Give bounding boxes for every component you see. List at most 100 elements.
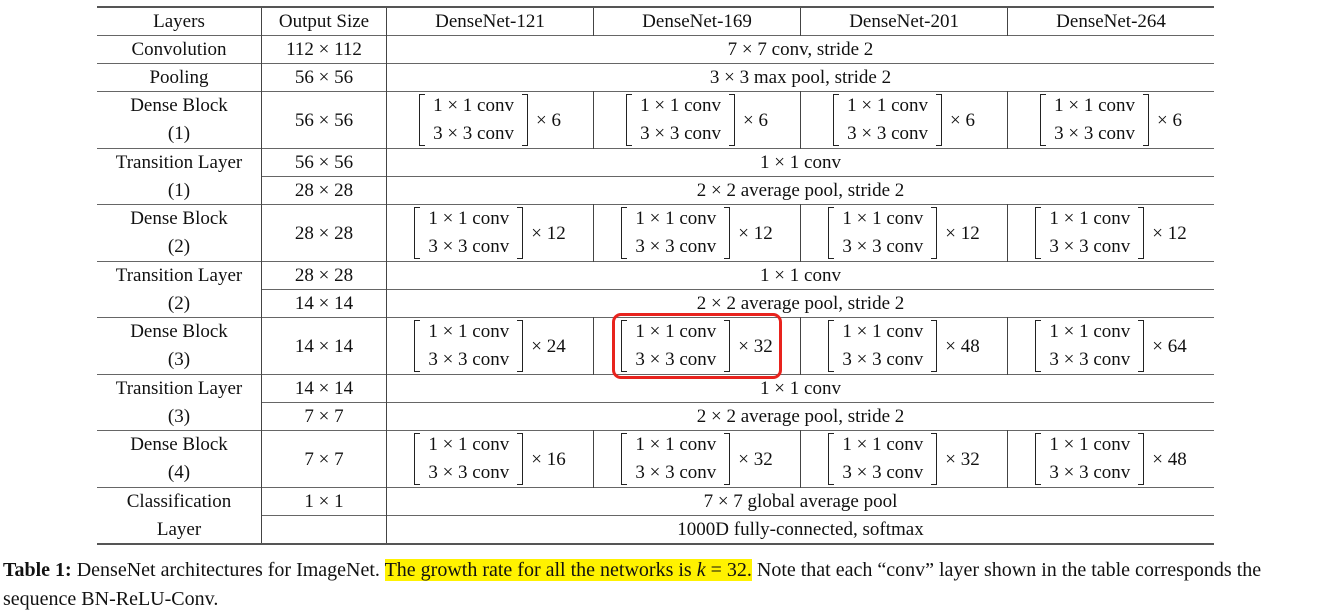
dense-block-spec: 1 × 1 conv 3 × 3 conv × 16 [385, 430, 595, 488]
repeat-count: × 12 [1152, 222, 1187, 244]
bracket-matrix: 1 × 1 conv 3 × 3 conv [828, 205, 938, 261]
densenet-architecture-table: Layers Output Size DenseNet-121 DenseNet… [97, 6, 1214, 545]
conv-1x1: 1 × 1 conv [842, 321, 924, 342]
output-size: 7 × 7 [261, 402, 387, 431]
dense-block-spec: 1 × 1 conv 3 × 3 conv × 64 [1007, 317, 1214, 375]
row-dense-block-3: Dense Block (3) 14 × 14 1 × 1 conv 3 × 3 con… [97, 313, 1214, 379]
output-size: 28 × 28 [261, 176, 387, 205]
repeat-count: × 6 [1157, 109, 1182, 131]
dense-block-spec: 1 × 1 conv 3 × 3 conv × 6 [593, 91, 802, 149]
bracket-matrix: 1 × 1 conv 3 × 3 conv [828, 431, 938, 487]
dense-block-spec: 1 × 1 conv 3 × 3 conv × 12 [385, 204, 595, 262]
layer-spec: 2 × 2 average pool, stride 2 [386, 176, 1214, 205]
conv-3x3: 3 × 3 conv [842, 236, 924, 257]
conv-block: 1 × 1 conv 3 × 3 conv × 6 [829, 92, 979, 148]
layer-spec: 1000D fully-connected, softmax [386, 515, 1214, 545]
row-transition-layer-2: Transition Layer 28 × 28 1 × 1 conv [97, 261, 1214, 290]
header-densenet-201: DenseNet-201 [800, 6, 1009, 36]
repeat-count: × 6 [950, 109, 976, 131]
highlight-text: The growth rate for all the networks is [384, 559, 697, 581]
dense-block-spec: 1 × 1 conv 3 × 3 conv × 12 [1007, 204, 1214, 262]
layer-spec: 2 × 2 average pool, stride 2 [386, 289, 1214, 318]
conv-block: 1 × 1 conv 3 × 3 conv × 16 [410, 431, 569, 487]
layer-name: Transition Layer [97, 148, 262, 177]
layer-name-line1: Dense Block [130, 434, 228, 455]
layer-name: Dense Block (3) [97, 317, 262, 375]
layer-spec: 7 × 7 conv, stride 2 [386, 35, 1214, 64]
conv-3x3: 3 × 3 conv [428, 236, 510, 257]
conv-block: 1 × 1 conv 3 × 3 conv × 48 [1031, 431, 1190, 487]
layer-name-suffix: (3) [97, 402, 262, 431]
layer-name-line2: (4) [167, 462, 191, 483]
bracket-matrix: 1 × 1 conv 3 × 3 conv [833, 92, 942, 148]
output-size: 1 × 1 [261, 487, 387, 516]
layer-name-line1: Dense Block [130, 208, 228, 229]
layer-name: Classification [97, 487, 262, 516]
conv-block: 1 × 1 conv 3 × 3 conv × 12 [617, 205, 776, 261]
conv-1x1: 1 × 1 conv [433, 95, 514, 116]
repeat-count: × 12 [945, 222, 980, 244]
row-transition-layer-2-pool: (2) 14 × 14 2 × 2 average pool, stride 2 [97, 289, 1214, 318]
dense-block-spec: 1 × 1 conv 3 × 3 conv × 12 [593, 204, 802, 262]
conv-block: 1 × 1 conv 3 × 3 conv × 6 [622, 92, 772, 148]
layer-name: Dense Block (1) [97, 91, 262, 149]
row-classification-layer-fc: Layer 1000D fully-connected, softmax [97, 515, 1214, 545]
layer-name: Dense Block (4) [97, 430, 262, 488]
conv-3x3: 3 × 3 conv [635, 236, 717, 257]
output-size [261, 515, 387, 545]
layer-name-line2: (1) [167, 123, 191, 144]
row-classification-layer: Classification 1 × 17 × 7 global average … [97, 487, 1214, 516]
row-transition-layer-3-pool: (3) 7 × 72 × 2 average pool, stride 2 [97, 402, 1214, 431]
bracket-matrix: 1 × 1 conv 3 × 3 conv [621, 205, 731, 261]
conv-block: 1 × 1 conv 3 × 3 conv × 24 [410, 318, 569, 374]
repeat-count: × 12 [531, 222, 566, 244]
bracket-matrix: 1 × 1 conv 3 × 3 conv [828, 318, 938, 374]
bracket-matrix: 1 × 1 conv 3 × 3 conv [621, 431, 731, 487]
output-size: 14 × 14 [261, 317, 387, 375]
conv-1x1: 1 × 1 conv [640, 95, 722, 116]
bracket-matrix: 1 × 1 conv 3 × 3 conv [414, 205, 524, 261]
layer-spec: 1 × 1 conv [386, 374, 1214, 403]
highlight-value: = 32. [705, 559, 752, 581]
conv-1x1: 1 × 1 conv [842, 208, 924, 229]
header-output-size: Output Size [261, 6, 387, 36]
conv-1x1: 1 × 1 conv [1049, 208, 1131, 229]
conv-3x3: 3 × 3 conv [842, 462, 924, 483]
conv-3x3: 3 × 3 conv [428, 462, 510, 483]
repeat-count: × 12 [738, 222, 773, 244]
dense-block-spec: 1 × 1 conv 3 × 3 conv × 6 [385, 91, 595, 149]
dense-block-spec: 1 × 1 conv 3 × 3 conv × 6 [800, 91, 1009, 149]
conv-3x3: 3 × 3 conv [1049, 462, 1131, 483]
layer-name-suffix: (2) [97, 289, 262, 318]
dense-block-spec: 1 × 1 conv 3 × 3 conv × 32 [593, 430, 802, 488]
row-transition-layer-3: Transition Layer 14 × 14 1 × 1 conv [97, 374, 1214, 403]
conv-3x3: 3 × 3 conv [635, 462, 717, 483]
conv-block: 1 × 1 conv 3 × 3 conv × 32 [824, 431, 983, 487]
output-size: 56 × 56 [261, 63, 387, 92]
dense-block-spec: 1 × 1 conv 3 × 3 conv × 32 [593, 313, 802, 379]
bracket-matrix: 1 × 1 conv 3 × 3 conv [414, 318, 524, 374]
table-caption: Table 1: DenseNet architectures for Imag… [3, 556, 1323, 614]
conv-block: 1 × 1 conv 3 × 3 conv × 12 [824, 205, 983, 261]
conv-block: 1 × 1 conv 3 × 3 conv × 32 [612, 313, 782, 379]
conv-3x3: 3 × 3 conv [635, 349, 717, 370]
conv-3x3: 3 × 3 conv [433, 123, 514, 144]
bracket-matrix: 1 × 1 conv 3 × 3 conv [626, 92, 735, 148]
layer-name: Transition Layer [97, 374, 262, 403]
growth-rate-symbol: k [696, 559, 706, 581]
conv-block: 1 × 1 conv 3 × 3 conv × 6 [1036, 92, 1186, 148]
layer-spec: 2 × 2 average pool, stride 2 [386, 402, 1214, 431]
conv-block: 1 × 1 conv 3 × 3 conv × 6 [415, 92, 565, 148]
layer-name-line2: (2) [167, 236, 191, 257]
caption-label: Table 1: [3, 559, 72, 581]
dense-block-spec: 1 × 1 conv 3 × 3 conv × 32 [800, 430, 1009, 488]
conv-block: 1 × 1 conv 3 × 3 conv × 48 [824, 318, 983, 374]
header-densenet-121: DenseNet-121 [385, 6, 595, 36]
bracket-matrix: 1 × 1 conv 3 × 3 conv [414, 431, 524, 487]
bracket-matrix: 1 × 1 conv 3 × 3 conv [1035, 318, 1145, 374]
conv-3x3: 3 × 3 conv [640, 123, 722, 144]
conv-block: 1 × 1 conv 3 × 3 conv × 64 [1031, 318, 1190, 374]
layer-name-suffix: Layer [97, 515, 262, 545]
header-densenet-169: DenseNet-169 [593, 6, 802, 36]
conv-3x3: 3 × 3 conv [1054, 123, 1136, 144]
